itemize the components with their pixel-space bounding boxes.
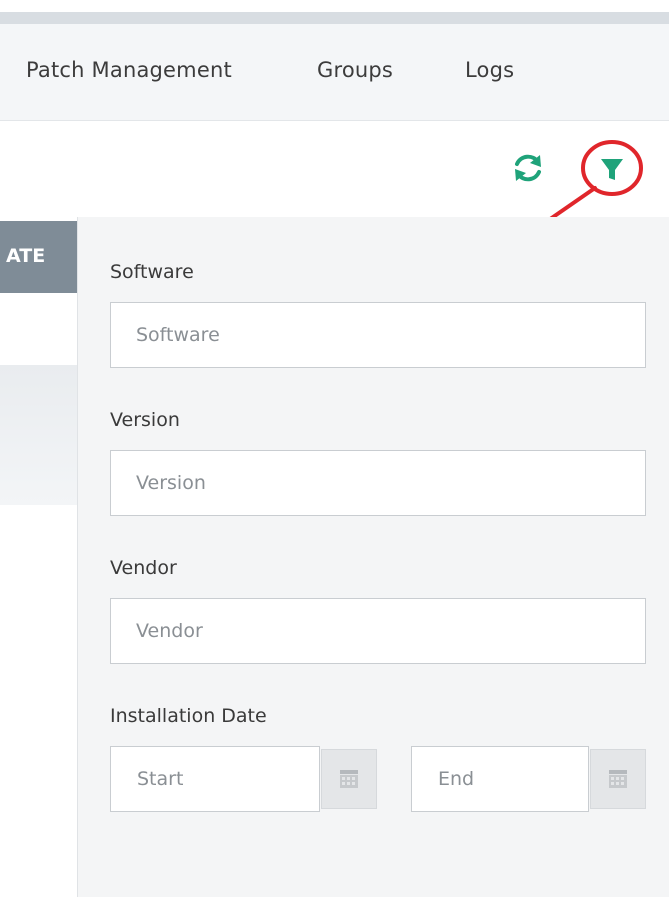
version-label: Version [110, 409, 180, 431]
version-input[interactable] [110, 450, 646, 516]
vendor-input[interactable] [110, 598, 646, 664]
nav-item-logs[interactable]: Logs [465, 58, 514, 82]
vendor-label: Vendor [110, 557, 177, 579]
calendar-icon [609, 770, 627, 788]
column-header-label: ATE [6, 245, 46, 267]
main-nav: Patch Management Groups Logs [0, 24, 669, 121]
window-top-edge [0, 0, 669, 12]
header-bar [0, 12, 669, 24]
end-date-input[interactable] [411, 746, 589, 812]
start-date-input[interactable] [110, 746, 320, 812]
nav-item-patch-management[interactable]: Patch Management [26, 58, 232, 82]
end-date-calendar-button[interactable] [590, 749, 646, 809]
software-input[interactable] [110, 302, 646, 368]
table-row-placeholder [0, 365, 77, 505]
nav-item-groups[interactable]: Groups [317, 58, 393, 82]
filter-icon [601, 159, 623, 180]
installation-date-label: Installation Date [110, 705, 267, 727]
column-header[interactable]: ATE [0, 221, 77, 293]
start-date-calendar-button[interactable] [321, 749, 377, 809]
device-list-column [0, 217, 78, 897]
calendar-icon [340, 770, 358, 788]
software-label: Software [110, 261, 194, 283]
